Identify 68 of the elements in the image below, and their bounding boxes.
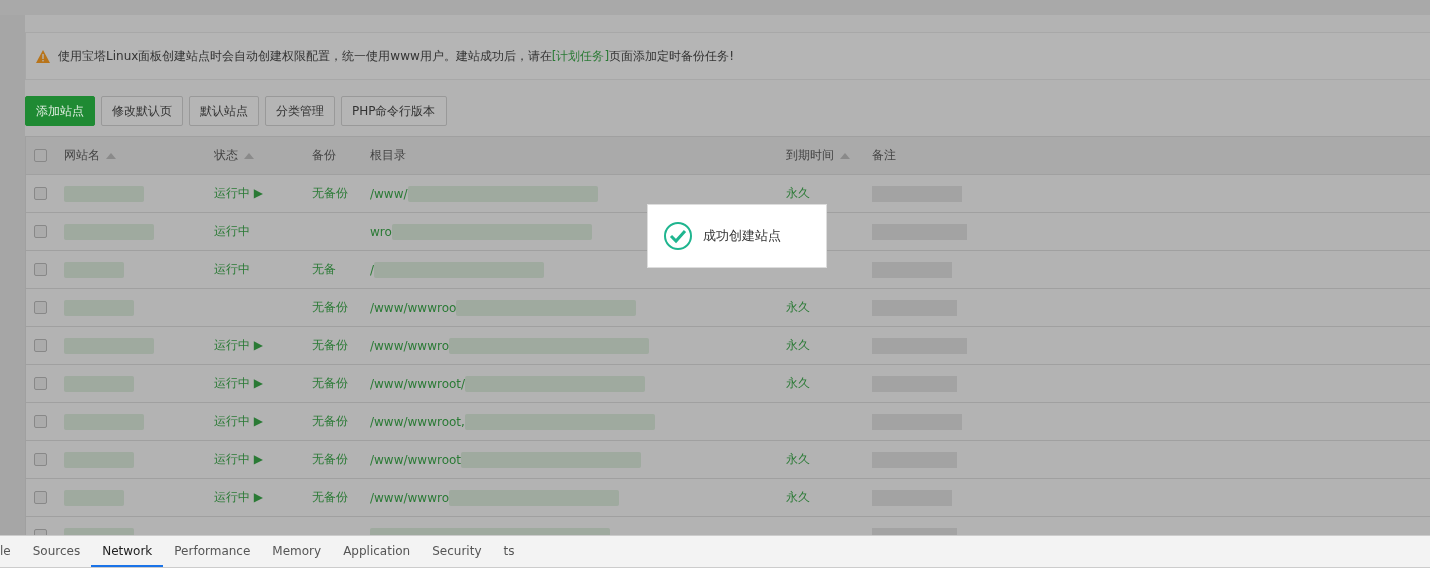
column-header: 备份 (312, 147, 336, 164)
select-all-checkbox[interactable] (34, 149, 47, 162)
backup-text[interactable]: 无备份 (312, 375, 348, 392)
backup-text[interactable]: 无备份 (312, 413, 348, 430)
toolbar-button[interactable]: PHP命令行版本 (341, 96, 447, 126)
root-path-text[interactable]: /www/wwwro (370, 338, 449, 353)
toolbar-button[interactable]: 修改默认页 (101, 96, 183, 126)
toolbar-button[interactable]: 默认站点 (189, 96, 259, 126)
expiry-text: 永久 (786, 299, 810, 316)
check-circle-icon (663, 221, 693, 251)
status-text[interactable]: 运行中 ▶ (214, 489, 264, 506)
devtools-tab[interactable]: Application (332, 536, 422, 567)
devtools-tab[interactable]: Network (91, 536, 164, 567)
expiry-text: 永久 (786, 489, 810, 506)
warning-icon (36, 49, 50, 63)
root-path-text[interactable]: / (370, 262, 375, 277)
status-text[interactable]: 运行中 ▶ (214, 185, 264, 202)
toast-text: 成功创建站点 (703, 227, 781, 245)
root-path-text[interactable]: /www/wwwroot (370, 452, 462, 467)
sort-arrow-icon[interactable] (106, 152, 116, 159)
backup-text[interactable]: 无备份 (312, 451, 348, 468)
status-text[interactable]: 运行中 ▶ (214, 375, 264, 392)
column-header[interactable]: 网站名 (64, 147, 100, 164)
backup-text[interactable]: 无备份 (312, 185, 348, 202)
sort-arrow-icon[interactable] (840, 152, 850, 159)
expiry-text: 永久 (786, 185, 810, 202)
column-header[interactable]: 到期时间 (786, 147, 834, 164)
row-checkbox[interactable] (34, 187, 47, 200)
column-header: 根目录 (370, 147, 406, 164)
row-checkbox[interactable] (34, 415, 47, 428)
backup-text[interactable]: 无备份 (312, 337, 348, 354)
expiry-text: 永久 (786, 451, 810, 468)
root-path-text[interactable]: /www/wwwroo (370, 300, 457, 315)
backup-text[interactable]: 无备 (312, 261, 336, 278)
scheduled-tasks-link[interactable]: [计划任务] (551, 48, 610, 63)
devtools-tab[interactable]: Security (421, 536, 493, 567)
row-checkbox[interactable] (34, 453, 47, 466)
row-checkbox[interactable] (34, 339, 47, 352)
backup-text[interactable]: 无备份 (312, 299, 348, 316)
expiry-text: 永久 (786, 337, 810, 354)
devtools-tab[interactable]: le (0, 536, 22, 567)
root-path-text[interactable]: /www/wwwroot/ (370, 376, 466, 391)
root-path-text[interactable]: /www/wwwro (370, 490, 449, 505)
sort-arrow-icon[interactable] (244, 152, 254, 159)
row-checkbox[interactable] (34, 301, 47, 314)
column-header: 备注 (872, 147, 896, 164)
devtools-tab[interactable]: Memory (261, 536, 333, 567)
expiry-text: 永久 (786, 375, 810, 392)
status-text[interactable]: 运行中 ▶ (214, 413, 264, 430)
backup-text[interactable]: 无备份 (312, 489, 348, 506)
root-path-text[interactable]: wro (370, 224, 392, 239)
devtools-tab[interactable]: Sources (21, 536, 92, 567)
devtools-tab[interactable]: ts (492, 536, 526, 567)
status-text[interactable]: 运行中 ▶ (214, 451, 264, 468)
root-path-text[interactable]: /www/ (370, 186, 408, 201)
devtools-tab[interactable]: Performance (163, 536, 262, 567)
row-checkbox[interactable] (34, 225, 47, 238)
notice-text: 使用宝塔Linux面板创建站点时会自动创建权限配置，统一使用www用户。建站成功后，请在[计划任务]页面添加定时备份任务! (58, 47, 734, 65)
row-checkbox[interactable] (34, 377, 47, 390)
status-text[interactable]: 运行中 (214, 223, 250, 240)
root-path-text[interactable]: /www/wwwroot, (370, 414, 465, 429)
status-text[interactable]: 运行中 ▶ (214, 337, 264, 354)
row-checkbox[interactable] (34, 263, 47, 276)
column-header[interactable]: 状态 (214, 147, 238, 164)
row-checkbox[interactable] (34, 491, 47, 504)
status-text[interactable]: 运行中 (214, 261, 250, 278)
toolbar-button[interactable]: 分类管理 (265, 96, 335, 126)
add-site-button[interactable]: 添加站点 (25, 96, 95, 126)
